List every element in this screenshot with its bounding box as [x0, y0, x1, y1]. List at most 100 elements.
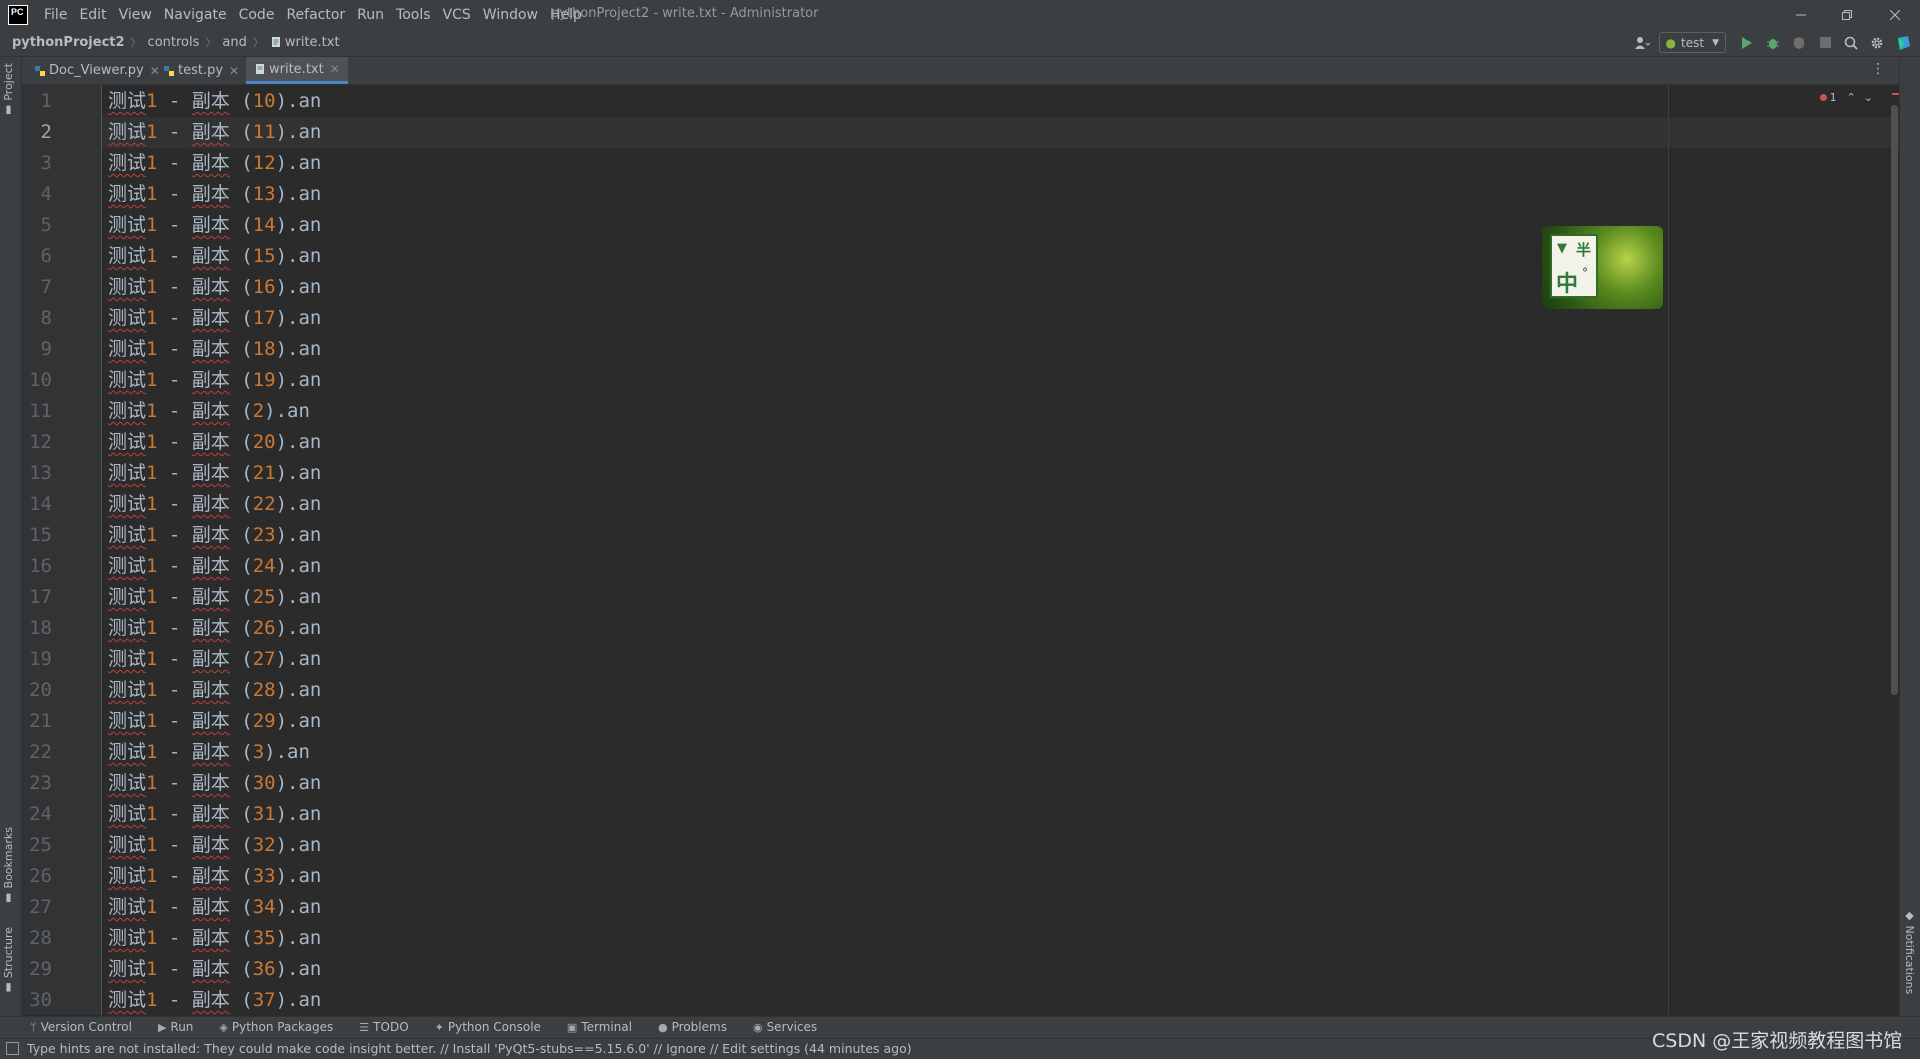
tool-window-buttons: ᛘ Version Control ▶ Run ◈ Python Packages ☰… [30, 1020, 843, 1034]
user-account-icon[interactable] [1631, 32, 1653, 53]
menu-vcs[interactable]: VCS [443, 7, 471, 23]
text-number: 1 [146, 245, 158, 267]
code-line[interactable]: 25 测试1 - 副本 (32).an [22, 830, 1722, 861]
restore-button[interactable] [1824, 0, 1870, 29]
code-line[interactable]: 3 测试1 - 副本 (12).an [22, 148, 1722, 179]
text-extension: ).an [275, 338, 322, 360]
tool-problems[interactable]: ● Problems [658, 1020, 727, 1034]
tab-doc-viewer[interactable]: Doc_Viewer.py ✕ [26, 57, 168, 84]
structure-tool-tab[interactable]: ▮ Structure [2, 927, 15, 995]
bookmarks-tool-label: Bookmarks [2, 827, 15, 889]
project-tool-tab[interactable]: ▮ Project [2, 63, 15, 117]
menu-tools[interactable]: Tools [396, 7, 431, 23]
search-everywhere-button[interactable] [1840, 32, 1862, 53]
person-icon [1634, 36, 1650, 49]
tool-todo[interactable]: ☰ TODO [359, 1020, 408, 1034]
code-line[interactable]: 7 测试1 - 副本 (16).an [22, 272, 1722, 303]
text-number: 24 [252, 555, 276, 577]
code-line[interactable]: 18 测试1 - 副本 (26).an [22, 613, 1722, 644]
code-line[interactable]: 30 测试1 - 副本 (37).an [22, 985, 1722, 1015]
text-number: 37 [252, 989, 276, 1011]
code-line[interactable]: 27 测试1 - 副本 (34).an [22, 892, 1722, 923]
code-line[interactable]: 12 测试1 - 副本 (20).an [22, 427, 1722, 458]
text-paren-open: ( [229, 307, 253, 329]
tool-python-console[interactable]: ✦ Python Console [435, 1020, 541, 1034]
previous-highlight-icon[interactable]: ⌃ [1847, 91, 1856, 104]
menu-edit[interactable]: Edit [79, 7, 106, 23]
code-line[interactable]: 15 测试1 - 副本 (23).an [22, 520, 1722, 551]
breadcrumb-controls[interactable]: controls [148, 35, 200, 50]
jetbrains-icon [1898, 35, 1910, 50]
menu-window[interactable]: Window [483, 7, 538, 23]
code-line[interactable]: 14 测试1 - 副本 (22).an [22, 489, 1722, 520]
debug-button[interactable] [1762, 32, 1784, 53]
code-line[interactable]: 11 测试1 - 副本 (2).an [22, 396, 1722, 427]
menu-view[interactable]: View [119, 7, 152, 23]
code-line[interactable]: 22 测试1 - 副本 (3).an [22, 737, 1722, 768]
code-line[interactable]: 21 测试1 - 副本 (29).an [22, 706, 1722, 737]
vertical-scrollbar[interactable] [1891, 105, 1898, 695]
code-line[interactable]: 16 测试1 - 副本 (24).an [22, 551, 1722, 582]
close-tab-icon[interactable]: ✕ [229, 64, 239, 78]
tool-terminal[interactable]: ▣ Terminal [567, 1020, 632, 1034]
code-line[interactable]: 4 测试1 - 副本 (13).an [22, 179, 1722, 210]
code-line[interactable]: 10 测试1 - 副本 (19).an [22, 365, 1722, 396]
code-line[interactable]: 26 测试1 - 副本 (33).an [22, 861, 1722, 892]
menu-run[interactable]: Run [357, 7, 384, 23]
code-editor[interactable]: 1 测试1 - 副本 (10).an 2 测试1 - 副本 (11).an 3 测试1 -… [22, 85, 1899, 1015]
text-separator: - [157, 183, 192, 205]
code-line[interactable]: 1 测试1 - 副本 (10).an [22, 86, 1722, 117]
restore-icon [1842, 9, 1852, 20]
code-line[interactable]: 24 测试1 - 副本 (31).an [22, 799, 1722, 830]
code-line[interactable]: 8 测试1 - 副本 (17).an [22, 303, 1722, 334]
coverage-button[interactable] [1788, 32, 1810, 53]
close-window-button[interactable] [1872, 0, 1918, 29]
tab-write-txt[interactable]: write.txt ✕ [246, 57, 348, 84]
tool-services[interactable]: ◉ Services [753, 1020, 817, 1034]
text-chinese: 副本 [191, 90, 230, 112]
code-line[interactable]: 13 测试1 - 副本 (21).an [22, 458, 1722, 489]
code-line[interactable]: 2 测试1 - 副本 (11).an [22, 117, 1722, 148]
code-line[interactable]: 29 测试1 - 副本 (36).an [22, 954, 1722, 985]
code-line[interactable]: 6 测试1 - 副本 (15).an [22, 241, 1722, 272]
code-line[interactable]: 9 测试1 - 副本 (18).an [22, 334, 1722, 365]
menu-navigate[interactable]: Navigate [164, 7, 227, 23]
stop-button[interactable] [1814, 32, 1836, 53]
code-line[interactable]: 20 测试1 - 副本 (28).an [22, 675, 1722, 706]
tool-version-control[interactable]: ᛘ Version Control [30, 1020, 132, 1034]
close-tab-icon[interactable]: ✕ [330, 62, 340, 76]
text-paren-open: ( [229, 369, 253, 391]
breadcrumb-file[interactable]: write.txt [270, 35, 340, 50]
code-line[interactable]: 28 测试1 - 副本 (35).an [22, 923, 1722, 954]
run-button[interactable] [1736, 32, 1758, 53]
ide-updates-button[interactable] [1892, 32, 1914, 53]
tool-windows-toggle-icon[interactable] [6, 1042, 19, 1055]
tab-actions-icon[interactable]: ⋮ [1871, 61, 1885, 77]
play-icon [1742, 36, 1752, 49]
notifications-tool-tab[interactable]: ◆ Notifications [1903, 909, 1916, 994]
logo-text: PC [11, 7, 24, 17]
minimize-button[interactable] [1778, 0, 1824, 29]
line-text: 测试1 - 副本 (23).an [108, 520, 321, 551]
menu-refactor[interactable]: Refactor [286, 7, 345, 23]
menu-code[interactable]: Code [239, 7, 275, 23]
code-line[interactable]: 5 测试1 - 副本 (14).an [22, 210, 1722, 241]
tool-run[interactable]: ▶ Run [158, 1020, 193, 1034]
code-line[interactable]: 17 测试1 - 副本 (25).an [22, 582, 1722, 613]
error-stripe-marker[interactable] [1892, 93, 1899, 95]
breadcrumb-project[interactable]: pythonProject2 [12, 35, 125, 50]
code-line[interactable]: 23 测试1 - 副本 (30).an [22, 768, 1722, 799]
settings-button[interactable] [1866, 32, 1888, 53]
text-number: 29 [252, 710, 276, 732]
next-highlight-icon[interactable]: ⌄ [1864, 91, 1873, 104]
run-configuration-select[interactable]: ● test ▼ [1658, 32, 1726, 53]
status-message[interactable]: Type hints are not installed: They could… [27, 1041, 912, 1056]
inspection-widget[interactable]: 1 ⌃ ⌄ [1819, 91, 1873, 104]
breadcrumb-and[interactable]: and [222, 35, 246, 50]
code-line[interactable]: 19 测试1 - 副本 (27).an [22, 644, 1722, 675]
menu-file[interactable]: File [44, 7, 67, 23]
bookmarks-tool-tab[interactable]: ▮ Bookmarks [2, 827, 15, 905]
tool-python-packages[interactable]: ◈ Python Packages [219, 1020, 333, 1034]
line-text: 测试1 - 副本 (32).an [108, 830, 321, 861]
tab-test-py[interactable]: test.py ✕ [155, 57, 247, 84]
